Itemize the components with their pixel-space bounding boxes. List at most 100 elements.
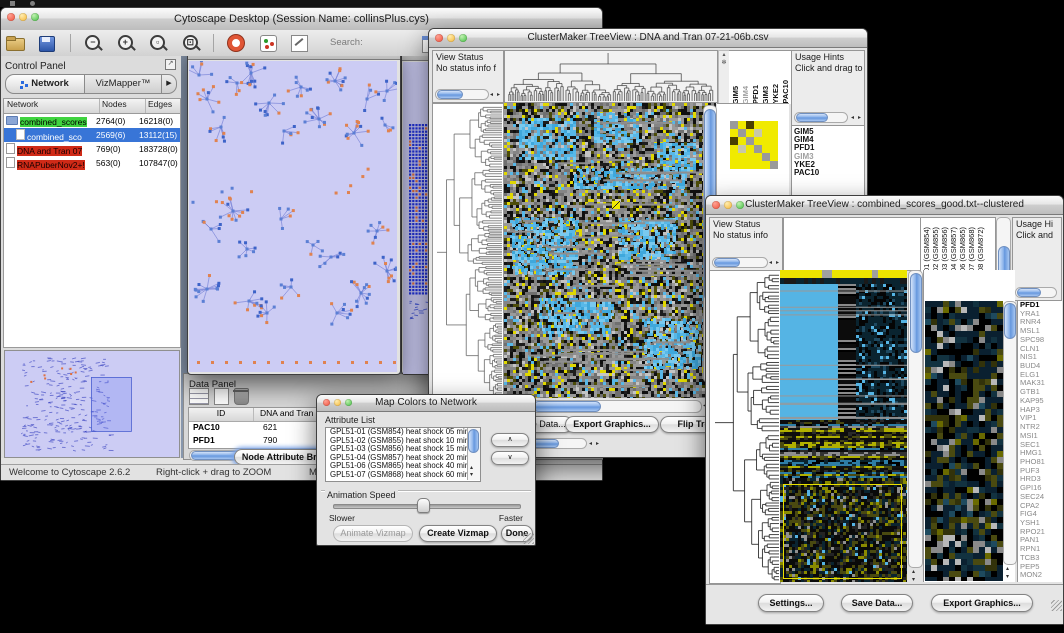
tv2-heatmap-vscrollbar[interactable]: [908, 270, 923, 568]
save-session-icon[interactable]: [36, 33, 58, 53]
speed-slider-thumb[interactable]: [417, 498, 430, 513]
zoom-window-icon[interactable]: [31, 13, 39, 21]
zoom-in-icon[interactable]: +: [115, 33, 137, 53]
search-label: Search:: [330, 37, 363, 48]
scroll-up-icon[interactable]: ▴: [912, 569, 915, 575]
view-status-scrollbar[interactable]: [712, 257, 768, 268]
animation-speed-label: Animation Speed: [325, 490, 398, 500]
tv1-heatmap[interactable]: [504, 103, 716, 398]
zoom-out-icon[interactable]: −: [82, 33, 104, 53]
minimize-icon[interactable]: [19, 13, 27, 21]
scroll-down-icon[interactable]: ▾: [470, 472, 473, 478]
scroll-right-icon[interactable]: ▸: [776, 260, 779, 266]
network-table-header[interactable]: Network Nodes Edges: [4, 99, 180, 114]
scroll-up-icon[interactable]: ▴: [470, 465, 473, 471]
column-label[interactable]: GIM3: [761, 86, 770, 104]
column-label[interactable]: PAC10: [781, 80, 790, 104]
zoom-selected-icon[interactable]: ▫: [147, 33, 169, 53]
column-label[interactable]: GIM4: [741, 86, 750, 104]
network1-titlebar[interactable]: combined_scores_good.txt--cluste...: [188, 56, 400, 60]
help-lifering-icon[interactable]: [226, 33, 248, 53]
resize-grip[interactable]: [523, 533, 534, 544]
scroll-right-icon[interactable]: ▸: [497, 92, 500, 98]
table-row[interactable]: RNAPuberNov2+! 563(0) 107847(0): [4, 156, 180, 170]
column-label[interactable]: GIM5: [731, 86, 740, 104]
export-graphics-button[interactable]: Export Graphics...: [565, 416, 659, 433]
table-row[interactable]: DNA and Tran 07 769(0) 183728(0): [4, 142, 180, 156]
usage-hints-scrollbar[interactable]: [794, 112, 848, 123]
tab-overflow-arrow[interactable]: ▶: [162, 74, 177, 94]
open-file-icon[interactable]: [4, 33, 26, 53]
move-up-button[interactable]: ∧: [491, 433, 529, 447]
table-row-selected[interactable]: combined_sco 2569(6) 13112(15): [4, 128, 180, 142]
tab-network[interactable]: Network: [5, 74, 85, 94]
tv2-zoomed-heatmap[interactable]: [925, 301, 1003, 581]
treeview1-titlebar[interactable]: ClusterMaker TreeView : DNA and Tran 07-…: [429, 29, 867, 48]
annotation-icon[interactable]: [289, 33, 309, 53]
tv2-usage-hints: Usage Hi Click and: [1012, 217, 1062, 301]
tv2-column-dendrogram[interactable]: [783, 217, 921, 271]
attribute-list-vscrollbar[interactable]: ▴ ▾: [467, 428, 480, 480]
attribute-table-icon[interactable]: [189, 388, 209, 405]
settings-button[interactable]: Settings...: [758, 594, 824, 612]
view-status-scrollbar[interactable]: [435, 89, 489, 100]
scroll-right-icon[interactable]: ▸: [858, 115, 861, 121]
zoom-window-icon[interactable]: [345, 399, 352, 406]
save-data-button[interactable]: Save Data...: [841, 594, 913, 612]
tv1-bottom-scrollbar[interactable]: [529, 438, 587, 449]
scroll-up-icon[interactable]: ▴: [1006, 566, 1009, 572]
birdseye-view[interactable]: [4, 350, 180, 458]
scroll-left-icon[interactable]: ◂: [589, 441, 592, 447]
export-graphics-button[interactable]: Export Graphics...: [931, 594, 1033, 612]
scroll-left-icon[interactable]: ◂: [851, 115, 854, 121]
document-icon: [6, 157, 15, 168]
attribute-listbox[interactable]: GPL51-01 (GSM854) heat shock 05 minGPL51…: [325, 427, 481, 482]
treeview2-titlebar[interactable]: ClusterMaker TreeView : combined_scores_…: [706, 196, 1063, 215]
zoom-window-icon[interactable]: [736, 201, 744, 209]
network-view-window-1[interactable]: combined_scores_good.txt--cluste...: [187, 56, 401, 375]
zoom-fit-icon[interactable]: ⊡: [180, 33, 202, 53]
scroll-left-icon[interactable]: ◂: [490, 92, 493, 98]
treeview2-window: ClusterMaker TreeView : combined_scores_…: [705, 195, 1064, 625]
gene-label[interactable]: PAC10: [792, 169, 864, 177]
usage-hints-scrollbar[interactable]: [1015, 287, 1057, 298]
attribute-list-item[interactable]: GPL51-07 (GSM868) heat shock 60 min: [328, 471, 480, 480]
scroll-left-icon[interactable]: ◂: [769, 260, 772, 266]
scroll-down-icon[interactable]: ▾: [1006, 574, 1009, 580]
minimize-icon[interactable]: [447, 34, 455, 42]
folder-icon: [6, 116, 18, 125]
treeview1-title: ClusterMaker TreeView : DNA and Tran 07-…: [527, 32, 768, 43]
zoom-window-icon[interactable]: [459, 34, 467, 42]
dialog-titlebar[interactable]: Map Colors to Network: [317, 395, 535, 412]
float-panel-icon[interactable]: ↗: [165, 59, 176, 70]
tv1-correlation-matrix[interactable]: [730, 121, 778, 169]
view-status-text: No status info f: [433, 62, 503, 73]
gene-label[interactable]: MON2: [1018, 571, 1062, 580]
plugin-manager-icon[interactable]: [258, 33, 278, 53]
close-icon[interactable]: [712, 201, 720, 209]
minimize-icon[interactable]: [334, 399, 341, 406]
document-icon: [16, 129, 25, 140]
table-row[interactable]: combined_scores 2764(0) 16218(0): [4, 114, 180, 128]
network-canvas-1[interactable]: [189, 61, 397, 372]
tab-vizmapper[interactable]: VizMapper™: [85, 74, 162, 94]
tv2-row-dendrogram[interactable]: [709, 270, 781, 584]
animate-vizmap-button[interactable]: Animate Vizmap: [333, 525, 413, 542]
delete-attribute-icon[interactable]: [234, 388, 249, 405]
tv2-heatmap[interactable]: [780, 270, 907, 582]
column-label[interactable]: YKE2: [771, 84, 780, 104]
move-down-button[interactable]: ∨: [491, 451, 529, 465]
scroll-right-icon[interactable]: ▸: [596, 441, 599, 447]
close-icon[interactable]: [323, 399, 330, 406]
column-label[interactable]: PFD1: [751, 85, 760, 104]
close-icon[interactable]: [7, 13, 15, 21]
create-vizmap-button[interactable]: Create Vizmap: [419, 525, 497, 542]
tv2-zoom-vscrollbar[interactable]: [1003, 301, 1017, 565]
tv1-column-dendrogram[interactable]: [504, 50, 718, 103]
minimize-icon[interactable]: [724, 201, 732, 209]
scroll-down-icon[interactable]: ▾: [912, 577, 915, 583]
tv1-row-dendrogram[interactable]: [432, 103, 504, 400]
resize-grip[interactable]: [1051, 600, 1062, 611]
close-icon[interactable]: [435, 34, 443, 42]
new-attribute-icon[interactable]: [214, 388, 229, 405]
